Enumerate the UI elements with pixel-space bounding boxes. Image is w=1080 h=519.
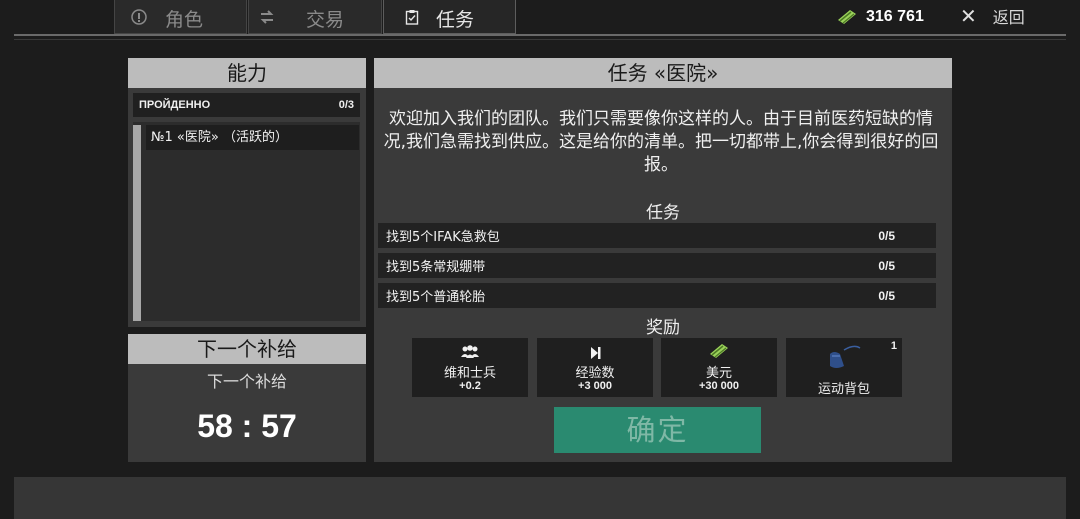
top-tab-bar: 角色 交易 任务 316 761 ✕ 返回: [0, 0, 1080, 42]
reward-amount: +3 000: [578, 380, 612, 392]
reward-amount: +0.2: [459, 380, 481, 392]
reward-name: 美元: [705, 366, 732, 381]
task-count: 0/5: [878, 228, 895, 243]
tab-trade-label: 交易: [306, 9, 345, 31]
reward-name: 维和士兵: [443, 366, 496, 381]
tab-quests[interactable]: 任务: [383, 0, 516, 34]
soldiers-icon: [461, 345, 479, 358]
reward-name: 经验数: [575, 366, 615, 381]
clipboard-icon: [405, 10, 419, 25]
quest-title: 任务 «医院»: [374, 58, 952, 88]
money-display: 316 761: [836, 6, 924, 28]
task-text: 找到5条常规绷带: [386, 260, 486, 275]
completed-label: ПРОЙДЕННО: [139, 99, 211, 111]
task-row: 找到5个普通轮胎 0/5: [378, 283, 936, 308]
reward-name: 运动背包: [817, 382, 870, 397]
trade-arrows-icon: [260, 10, 274, 24]
task-text: 找到5个普通轮胎: [386, 290, 486, 305]
bottom-bar: [14, 477, 1066, 519]
reward-sport-backpack[interactable]: 1 运动背包: [786, 338, 902, 397]
reward-dollars[interactable]: 美元 +30 000: [661, 338, 777, 397]
task-text: 找到5个IFAK急救包: [386, 230, 500, 245]
money-stack-icon: [838, 10, 856, 24]
close-icon: ✕: [960, 4, 977, 28]
task-count: 0/5: [878, 288, 895, 303]
tab-underline: [14, 34, 1066, 36]
reward-experience[interactable]: 经验数 +3 000: [537, 338, 653, 397]
next-supply-header: 下一个补给: [128, 334, 366, 364]
experience-icon: [591, 347, 601, 359]
quest-list-scrollbar[interactable]: [133, 125, 141, 321]
tasks-title: 任务: [646, 203, 680, 223]
tab-character[interactable]: 角色: [114, 0, 247, 34]
back-label: 返回: [992, 8, 1025, 27]
task-row: 找到5个IFAK急救包 0/5: [378, 223, 936, 248]
quest-list: №1 «医院» （活跃的）: [133, 122, 360, 321]
reward-quantity: 1: [890, 340, 897, 352]
confirm-button[interactable]: 确定: [554, 407, 761, 453]
tab-trade[interactable]: 交易: [248, 0, 382, 34]
quest-description: 欢迎加入我们的团队。我们只需要像你这样的人。由于目前医药短缺的情况,我们急需找到…: [383, 109, 939, 175]
task-count: 0/5: [878, 258, 895, 273]
tab-underline-shadow: [14, 39, 1066, 40]
character-icon: [131, 9, 147, 25]
backpack-icon: [830, 345, 861, 368]
quest-list-item[interactable]: №1 «医院» （活跃的）: [146, 125, 359, 150]
reward-peacekeepers[interactable]: 维和士兵 +0.2: [412, 338, 528, 397]
completed-count: 0/3: [338, 99, 354, 111]
tab-character-label: 角色: [165, 9, 204, 31]
back-button[interactable]: ✕ 返回: [960, 4, 1025, 28]
completed-header: ПРОЙДЕННО 0/3: [133, 93, 360, 117]
supply-timer: 58 : 57: [197, 408, 297, 444]
next-supply-label: 下一个补给: [206, 372, 287, 391]
tab-quests-label: 任务: [436, 9, 475, 31]
reward-amount: +30 000: [698, 380, 740, 392]
task-row: 找到5条常规绷带 0/5: [378, 253, 936, 278]
money-value: 316 761: [866, 8, 924, 25]
rewards-title: 奖励: [646, 318, 680, 338]
abilities-header: 能力: [128, 58, 366, 88]
money-stack-icon: [710, 344, 728, 358]
